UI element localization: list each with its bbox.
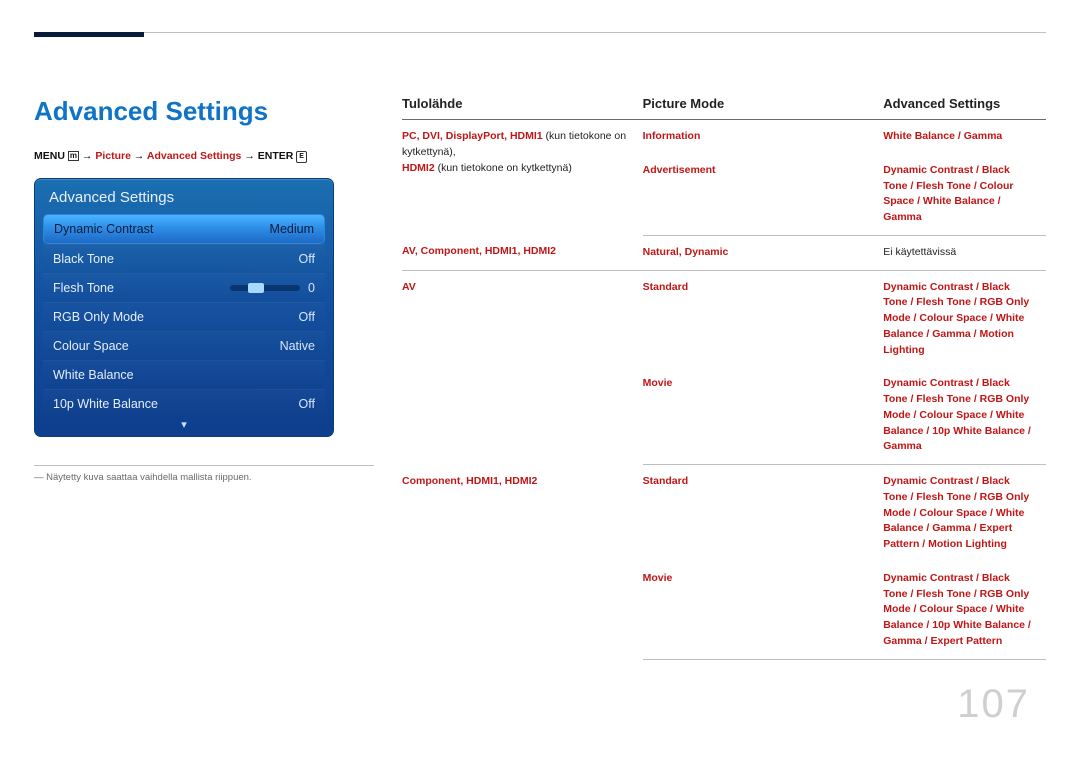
cell-set: Dynamic Contrast / Black Tone / Flesh To… bbox=[883, 562, 1046, 659]
osd-row-value: Medium bbox=[270, 222, 314, 236]
mode-red: Standard bbox=[643, 475, 689, 487]
arrow-1: → bbox=[82, 150, 95, 162]
settings-table: Tulolähde Picture Mode Advanced Settings… bbox=[402, 96, 1046, 660]
th-mode: Picture Mode bbox=[643, 96, 884, 120]
breadcrumb-picture: Picture bbox=[95, 150, 131, 162]
slider-icon[interactable] bbox=[230, 285, 300, 291]
mode-red: Advertisement bbox=[643, 164, 716, 176]
mode-red: Standard bbox=[643, 281, 689, 293]
breadcrumb-enter: ENTER bbox=[258, 150, 294, 162]
arrow-2: → bbox=[134, 150, 147, 162]
src-red: AV, Component, HDMI1, HDMI2 bbox=[402, 245, 556, 257]
page-number: 107 bbox=[957, 682, 1030, 727]
set-red: Dynamic Contrast / Black Tone / Flesh To… bbox=[883, 572, 1031, 647]
cell-set: Dynamic Contrast / Black Tone / Flesh To… bbox=[883, 154, 1046, 236]
top-rule-accent bbox=[34, 32, 144, 37]
right-column: Tulolähde Picture Mode Advanced Settings… bbox=[402, 96, 1046, 660]
osd-row-dynamic-contrast[interactable]: Dynamic Contrast Medium bbox=[43, 214, 325, 244]
cell-set: Ei käytettävissä bbox=[883, 235, 1046, 270]
cell-set: Dynamic Contrast / Black Tone / Flesh To… bbox=[883, 270, 1046, 367]
th-source: Tulolähde bbox=[402, 96, 643, 120]
breadcrumb: MENU m → Picture → Advanced Settings → E… bbox=[34, 149, 374, 164]
cell-set: Dynamic Contrast / Black Tone / Flesh To… bbox=[883, 465, 1046, 562]
breadcrumb-advanced: Advanced Settings bbox=[147, 150, 242, 162]
left-rule bbox=[34, 465, 374, 466]
src-red2: HDMI2 bbox=[402, 162, 435, 174]
src-red: Component, HDMI1, HDMI2 bbox=[402, 475, 537, 487]
osd-row-label: Dynamic Contrast bbox=[54, 222, 153, 236]
table-row: Component, HDMI1, HDMI2 Standard Dynamic… bbox=[402, 465, 1046, 562]
osd-row-label: Flesh Tone bbox=[53, 281, 114, 295]
osd-row-value: 0 bbox=[308, 281, 315, 295]
breadcrumb-menu: MENU bbox=[34, 150, 65, 162]
osd-row-label: Colour Space bbox=[53, 339, 129, 353]
cell-set: Dynamic Contrast / Black Tone / Flesh To… bbox=[883, 367, 1046, 464]
top-rule bbox=[34, 32, 1046, 33]
osd-row-label: RGB Only Mode bbox=[53, 310, 144, 324]
enter-icon: E bbox=[296, 151, 307, 163]
cell-mode: Advertisement bbox=[643, 154, 884, 236]
mode-red: Movie bbox=[643, 572, 673, 584]
page-root: Advanced Settings MENU m → Picture → Adv… bbox=[0, 0, 1080, 763]
table-head-row: Tulolähde Picture Mode Advanced Settings bbox=[402, 96, 1046, 120]
th-advanced: Advanced Settings bbox=[883, 96, 1046, 120]
set-red: Dynamic Contrast / Black Tone / Flesh To… bbox=[883, 377, 1031, 452]
set-red: Dynamic Contrast / Black Tone / Flesh To… bbox=[883, 164, 1013, 223]
osd-row-value: Off bbox=[299, 310, 315, 324]
chevron-down-icon[interactable]: ▾ bbox=[35, 418, 333, 436]
left-column: Advanced Settings MENU m → Picture → Adv… bbox=[34, 96, 402, 660]
osd-row-white-balance[interactable]: White Balance bbox=[43, 360, 325, 389]
menu-icon: m bbox=[68, 151, 79, 161]
osd-slider-wrap: 0 bbox=[230, 281, 315, 295]
page-title: Advanced Settings bbox=[34, 96, 374, 127]
content: Advanced Settings MENU m → Picture → Adv… bbox=[34, 0, 1046, 660]
footnote: ― Näytetty kuva saattaa vaihdella mallis… bbox=[34, 472, 374, 483]
cell-set: White Balance / Gamma bbox=[883, 120, 1046, 154]
osd-row-rgb-only[interactable]: RGB Only Mode Off bbox=[43, 302, 325, 331]
table-row: AV Standard Dynamic Contrast / Black Ton… bbox=[402, 270, 1046, 367]
osd-row-flesh-tone[interactable]: Flesh Tone 0 bbox=[43, 273, 325, 302]
cell-source: Component, HDMI1, HDMI2 bbox=[402, 465, 643, 660]
osd-row-value: Native bbox=[280, 339, 315, 353]
osd-row-label: Black Tone bbox=[53, 252, 114, 266]
cell-mode: Standard bbox=[643, 270, 884, 367]
mode-red: Information bbox=[643, 130, 701, 142]
mode-red: Natural, Dynamic bbox=[643, 246, 729, 258]
osd-row-colour-space[interactable]: Colour Space Native bbox=[43, 331, 325, 360]
osd-title: Advanced Settings bbox=[35, 179, 333, 214]
cell-source: PC, DVI, DisplayPort, HDMI1 (kun tietoko… bbox=[402, 120, 643, 236]
src-note2: (kun tietokone on kytkettynä) bbox=[438, 162, 572, 174]
arrow-3: → bbox=[244, 150, 257, 162]
table-row: PC, DVI, DisplayPort, HDMI1 (kun tietoko… bbox=[402, 120, 1046, 154]
src-red: AV bbox=[402, 281, 416, 293]
cell-mode: Movie bbox=[643, 367, 884, 464]
osd-row-label: White Balance bbox=[53, 368, 134, 382]
osd-row-black-tone[interactable]: Black Tone Off bbox=[43, 244, 325, 273]
set-red: White Balance / Gamma bbox=[883, 130, 1002, 142]
set-red: Dynamic Contrast / Black Tone / Flesh To… bbox=[883, 475, 1029, 550]
table-row: AV, Component, HDMI1, HDMI2 Natural, Dyn… bbox=[402, 235, 1046, 270]
cell-mode: Standard bbox=[643, 465, 884, 562]
set-plain: Ei käytettävissä bbox=[883, 246, 956, 258]
osd-row-value: Off bbox=[299, 397, 315, 411]
osd-panel: Advanced Settings Dynamic Contrast Mediu… bbox=[34, 178, 334, 437]
set-red: Dynamic Contrast / Black Tone / Flesh To… bbox=[883, 281, 1029, 356]
cell-source: AV bbox=[402, 270, 643, 465]
cell-mode: Information bbox=[643, 120, 884, 154]
osd-row-value: Off bbox=[299, 252, 315, 266]
mode-red: Movie bbox=[643, 377, 673, 389]
cell-mode: Movie bbox=[643, 562, 884, 659]
cell-mode: Natural, Dynamic bbox=[643, 235, 884, 270]
osd-row-label: 10p White Balance bbox=[53, 397, 158, 411]
cell-source: AV, Component, HDMI1, HDMI2 bbox=[402, 235, 643, 270]
osd-row-10p-wb[interactable]: 10p White Balance Off bbox=[43, 389, 325, 418]
src-red: PC, DVI, DisplayPort, HDMI1 bbox=[402, 130, 543, 142]
